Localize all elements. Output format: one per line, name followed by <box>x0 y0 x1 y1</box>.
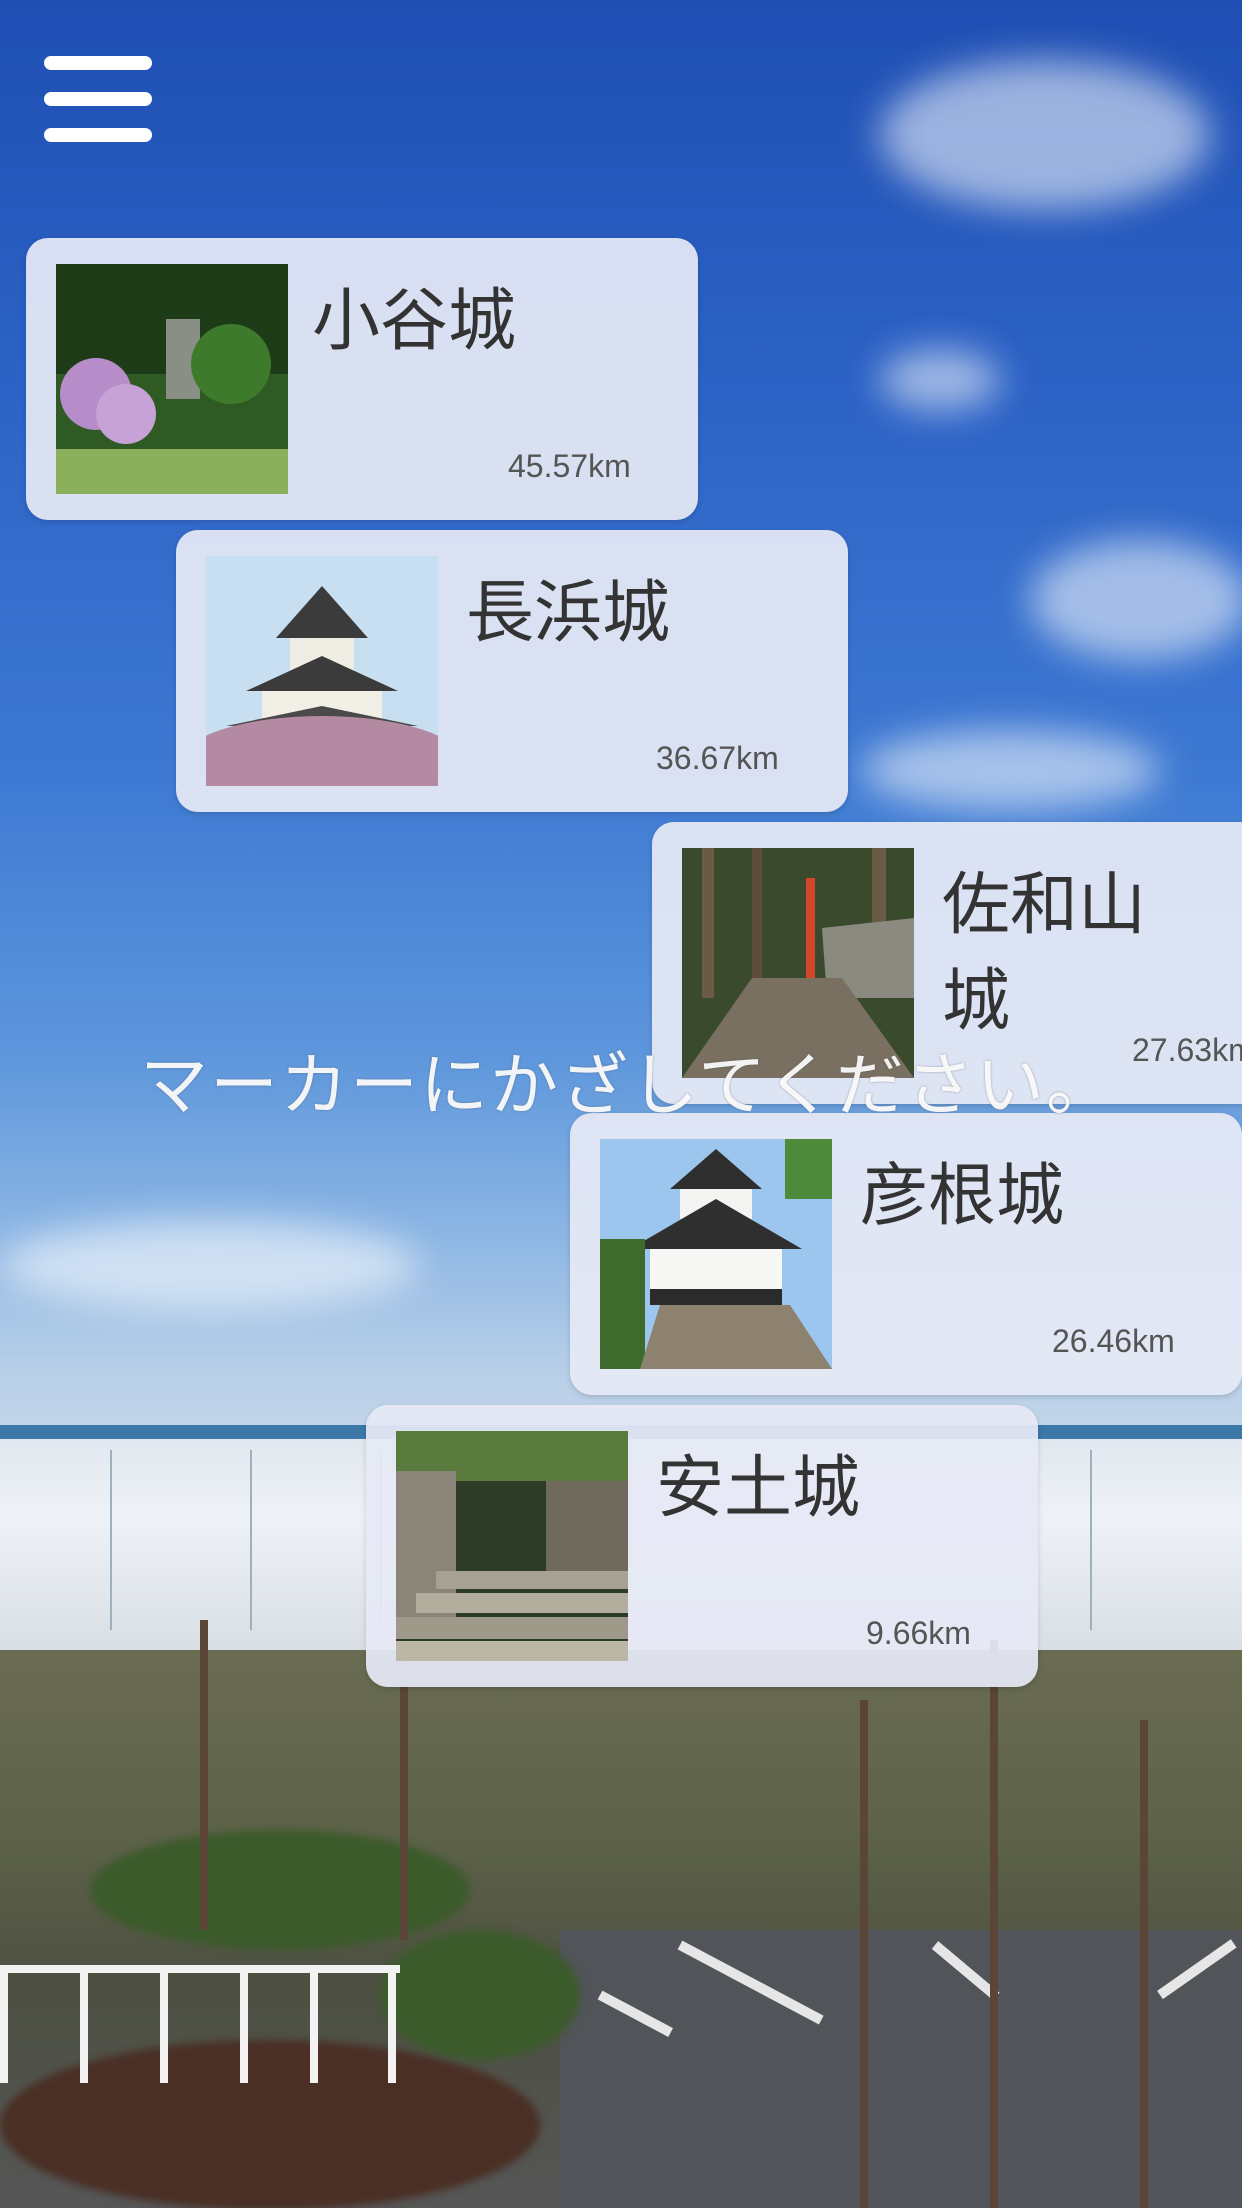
location-name: 佐和山城 <box>942 866 1147 1041</box>
building-window-divider <box>1090 1450 1092 1630</box>
cloud <box>880 350 1000 410</box>
location-card-nagahama[interactable]: 長浜城 36.67km <box>176 530 848 812</box>
shrub <box>90 1830 470 1950</box>
location-card-odani[interactable]: 小谷城 45.57km <box>26 238 698 520</box>
castle-thumbnail <box>206 556 438 786</box>
location-distance: 27.63km <box>1132 1032 1242 1068</box>
castle-thumbnail <box>396 1431 628 1661</box>
castle-photo-nagahama <box>206 556 438 786</box>
location-name: 安土城 <box>656 1449 861 1528</box>
shrub <box>380 1930 580 2060</box>
tree-trunk <box>200 1620 208 1930</box>
menu-button[interactable] <box>44 56 152 142</box>
fence-post <box>80 1973 88 2083</box>
building-window-divider <box>250 1450 252 1630</box>
fence-post <box>160 1973 168 2083</box>
location-distance: 9.66km <box>866 1615 971 1651</box>
castle-photo-azuchi <box>396 1431 628 1661</box>
location-name: 長浜城 <box>466 574 671 653</box>
fence-post <box>240 1973 248 2083</box>
tree-trunk <box>860 1700 868 2208</box>
fence-post <box>388 1973 396 2083</box>
hamburger-menu-icon <box>44 56 152 70</box>
location-distance: 26.46km <box>1052 1323 1175 1359</box>
cloud <box>880 60 1210 210</box>
location-distance: 36.67km <box>656 740 779 776</box>
ar-camera-view: 小谷城 45.57km 長浜城 36.67km 佐和山城 27.63km 彦根城… <box>0 0 1242 2208</box>
location-distance: 45.57km <box>508 448 631 484</box>
castle-thumbnail <box>56 264 288 494</box>
cloud <box>860 730 1160 810</box>
fence <box>0 1965 400 2083</box>
hamburger-menu-icon <box>44 128 152 142</box>
castle-photo-odani <box>56 264 288 494</box>
fence-post <box>310 1973 318 2083</box>
location-card-hikone[interactable]: 彦根城 26.46km <box>570 1113 1242 1395</box>
tree-trunk <box>1140 1720 1148 2208</box>
location-name: 彦根城 <box>860 1157 1065 1236</box>
hamburger-menu-icon <box>44 92 152 106</box>
building-window-divider <box>110 1450 112 1630</box>
cloud <box>1030 540 1242 660</box>
castle-photo-hikone <box>600 1139 832 1369</box>
location-card-azuchi[interactable]: 安土城 9.66km <box>366 1405 1038 1687</box>
tree-trunk <box>990 1640 998 2208</box>
castle-thumbnail <box>600 1139 832 1369</box>
scan-instruction: マーカーにかざしてください。 <box>140 1047 1116 1126</box>
fence-post <box>0 1973 8 2083</box>
location-name: 小谷城 <box>312 282 517 361</box>
cloud <box>0 1220 420 1310</box>
